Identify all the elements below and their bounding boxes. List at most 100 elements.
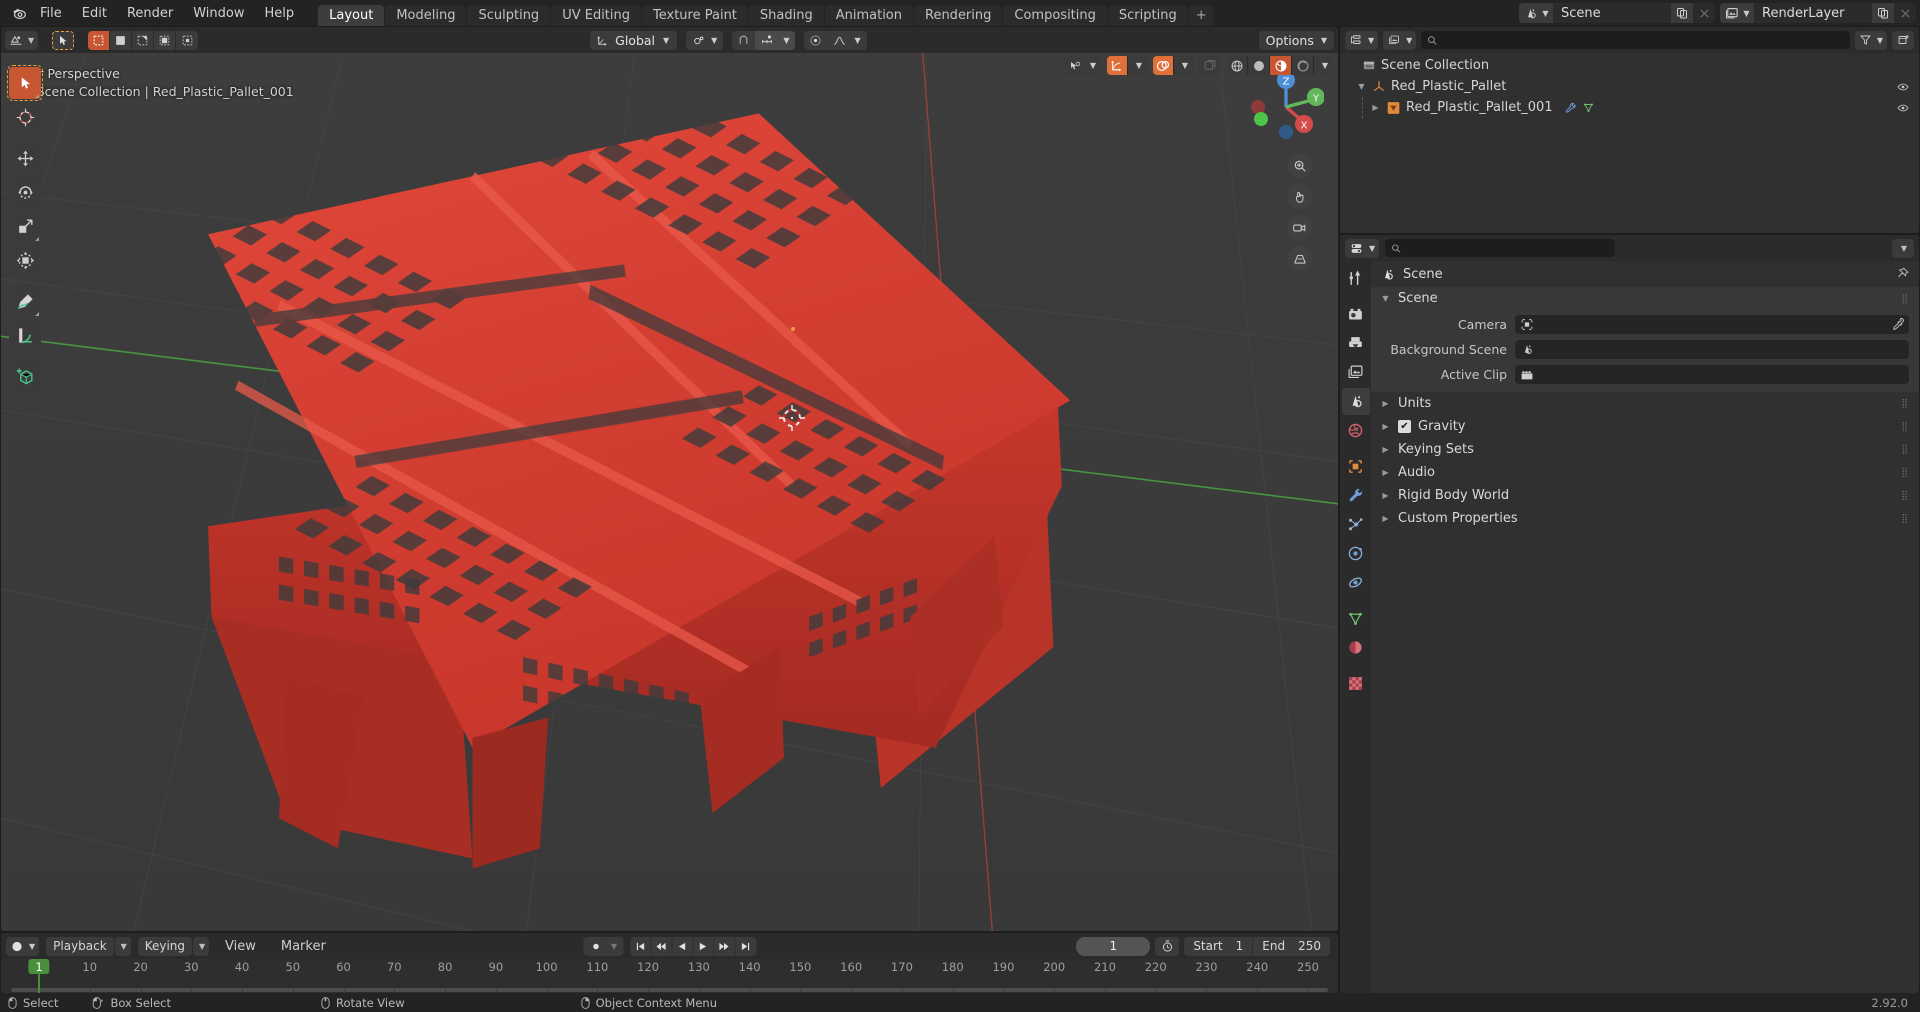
transform-tool[interactable] bbox=[9, 244, 41, 276]
physics-tab[interactable] bbox=[1342, 540, 1370, 567]
keying-caret[interactable]: ▼ bbox=[193, 936, 210, 956]
proportional-falloff-icon[interactable] bbox=[827, 31, 852, 50]
panel-header-custom-properties[interactable]: ▶ Custom Properties ⣿ bbox=[1371, 507, 1919, 530]
panel-drag-grip[interactable]: ⣿ bbox=[1901, 294, 1909, 303]
menu-keying[interactable]: Keying bbox=[137, 936, 193, 956]
panel-drag-grip-gravity[interactable]: ⣿ bbox=[1901, 422, 1909, 431]
pivot-point-selector[interactable]: ▼ bbox=[686, 30, 724, 50]
pan-hand-icon[interactable] bbox=[1287, 184, 1312, 209]
eyedropper-icon[interactable] bbox=[1891, 317, 1904, 331]
current-frame-field[interactable]: 1 bbox=[1076, 936, 1151, 956]
panel-triangle-closed-gravity[interactable]: ▶ bbox=[1380, 422, 1391, 431]
background-scene-field[interactable] bbox=[1515, 339, 1909, 359]
jump-to-start-icon[interactable] bbox=[630, 936, 651, 956]
snapping-group[interactable]: ▼ bbox=[732, 30, 796, 50]
menu-edit[interactable]: Edit bbox=[72, 0, 117, 26]
playback-controls[interactable] bbox=[630, 936, 756, 956]
zoom-icon[interactable] bbox=[1287, 153, 1312, 178]
show-overlays-icon[interactable] bbox=[1153, 56, 1174, 75]
gravity-checkbox[interactable]: ✔ bbox=[1398, 420, 1411, 433]
tool-tab[interactable] bbox=[1342, 265, 1370, 292]
panel-triangle-closed-rigid[interactable]: ▶ bbox=[1380, 491, 1391, 500]
select-extend-icon[interactable] bbox=[110, 30, 133, 50]
object-visibility-icon[interactable] bbox=[1062, 56, 1086, 75]
shading-wireframe-icon[interactable] bbox=[1226, 56, 1248, 75]
proportional-editing-group[interactable]: ▼ bbox=[804, 30, 867, 50]
expand-triangle-closed[interactable]: ▶ bbox=[1370, 103, 1381, 112]
panel-drag-grip-audio[interactable]: ⣿ bbox=[1901, 468, 1909, 477]
outliner-row-scene-collection[interactable]: Scene Collection bbox=[1340, 55, 1919, 76]
play-icon[interactable] bbox=[693, 936, 714, 956]
gizmo-neg-z[interactable] bbox=[1279, 125, 1293, 139]
camera-icon[interactable] bbox=[1287, 215, 1312, 240]
proportional-edit-icon[interactable] bbox=[804, 31, 827, 50]
transform-orientation-selector[interactable]: Global ▼ bbox=[590, 30, 678, 50]
shading-material-preview-icon[interactable] bbox=[1270, 56, 1292, 75]
outliner-search-input[interactable] bbox=[1421, 31, 1850, 49]
perspective-ortho-icon[interactable] bbox=[1287, 246, 1312, 271]
viewport-canvas[interactable]: User Perspective (1) Scene Collection | … bbox=[1, 53, 1338, 931]
measure-tool[interactable] bbox=[9, 319, 41, 351]
panel-drag-grip-keying[interactable]: ⣿ bbox=[1901, 445, 1909, 454]
shading-solid-icon[interactable] bbox=[1248, 56, 1270, 75]
playback-caret[interactable]: ▼ bbox=[114, 936, 131, 956]
timeline-ruler[interactable]: 1 10 20 30 40 50 60 70 80 90 100 110 120 130 140 150 160… bbox=[1, 959, 1338, 993]
properties-editor-type-icon[interactable]: ▼ bbox=[1345, 238, 1380, 258]
properties-search-field[interactable] bbox=[1406, 241, 1610, 255]
visibility-eye-icon[interactable] bbox=[1896, 81, 1910, 93]
menu-playback[interactable]: Playback bbox=[46, 936, 114, 956]
tab-compositing[interactable]: Compositing bbox=[1003, 5, 1107, 26]
scene-tab[interactable] bbox=[1341, 388, 1370, 415]
panel-drag-grip-rigid[interactable]: ⣿ bbox=[1901, 491, 1909, 500]
object-visibility-dropdown[interactable]: ▼ bbox=[1061, 56, 1102, 75]
unlink-scene-button[interactable] bbox=[1693, 3, 1715, 23]
outliner-row-red-plastic-pallet-001[interactable]: ▶ Red_Plastic_Pallet_001 bbox=[1340, 97, 1919, 118]
new-collection-button[interactable] bbox=[1892, 30, 1914, 50]
options-dropdown[interactable]: Options ▼ bbox=[1258, 30, 1335, 50]
panel-triangle-closed-audio[interactable]: ▶ bbox=[1380, 468, 1391, 477]
tab-sculpting[interactable]: Sculpting bbox=[467, 5, 551, 26]
particles-tab[interactable] bbox=[1342, 511, 1370, 538]
expand-triangle-open[interactable]: ▼ bbox=[1356, 82, 1367, 91]
add-workspace-button[interactable]: + bbox=[1188, 5, 1214, 26]
panel-header-audio[interactable]: ▶ Audio ⣿ bbox=[1371, 461, 1919, 484]
tab-rendering[interactable]: Rendering bbox=[914, 5, 1003, 26]
properties-search-input[interactable] bbox=[1385, 239, 1616, 257]
modifier-wrench-icon[interactable] bbox=[1564, 102, 1577, 114]
rotate-tool[interactable] bbox=[9, 176, 41, 208]
gizmo-dropdown[interactable]: ▼ bbox=[1107, 56, 1148, 75]
panel-header-units[interactable]: ▶ Units ⣿ bbox=[1371, 392, 1919, 415]
object-tab[interactable] bbox=[1342, 453, 1370, 480]
transform-orientation-label[interactable]: Global bbox=[613, 31, 661, 50]
shading-rendered-icon[interactable] bbox=[1292, 56, 1314, 75]
tweak-select-icon[interactable] bbox=[52, 30, 75, 50]
annotate-tool[interactable] bbox=[9, 285, 41, 317]
panel-triangle-closed-custom[interactable]: ▶ bbox=[1380, 514, 1391, 523]
scale-tool[interactable] bbox=[9, 210, 41, 242]
panel-triangle-closed-keying[interactable]: ▶ bbox=[1380, 445, 1391, 454]
tab-uv-editing[interactable]: UV Editing bbox=[551, 5, 642, 26]
jump-prev-keyframe-icon[interactable] bbox=[651, 936, 672, 956]
select-invert-icon[interactable] bbox=[154, 30, 177, 50]
scene-selector[interactable]: ▼ Scene bbox=[1519, 3, 1715, 23]
move-tool[interactable] bbox=[9, 142, 41, 174]
navigation-gizmo[interactable]: Z X Y bbox=[1248, 67, 1324, 143]
menu-render[interactable]: Render bbox=[117, 0, 183, 26]
view-layer-tab[interactable] bbox=[1342, 359, 1370, 386]
tweak-tool[interactable] bbox=[7, 65, 43, 101]
mesh-data-icon[interactable] bbox=[1582, 102, 1595, 114]
panel-drag-grip-units[interactable]: ⣿ bbox=[1901, 399, 1909, 408]
gizmo-neg-x[interactable] bbox=[1251, 100, 1265, 114]
timeline-scrollbar[interactable] bbox=[11, 988, 1328, 992]
select-mode-group[interactable] bbox=[88, 30, 199, 50]
gizmo-neg-y[interactable] bbox=[1254, 112, 1268, 126]
red-plastic-pallet-mesh[interactable] bbox=[1, 53, 1338, 931]
scene-icon[interactable]: ▼ bbox=[1519, 3, 1553, 23]
unlink-view-layer-button[interactable] bbox=[1894, 3, 1916, 23]
cursor-tool[interactable] bbox=[9, 101, 41, 133]
add-cube-tool[interactable] bbox=[9, 360, 41, 392]
timeline-playhead[interactable]: 1 bbox=[28, 959, 50, 974]
menu-file[interactable]: File bbox=[30, 0, 72, 26]
panel-header-rigid-body-world[interactable]: ▶ Rigid Body World ⣿ bbox=[1371, 484, 1919, 507]
scene-name[interactable]: Scene bbox=[1553, 3, 1671, 23]
